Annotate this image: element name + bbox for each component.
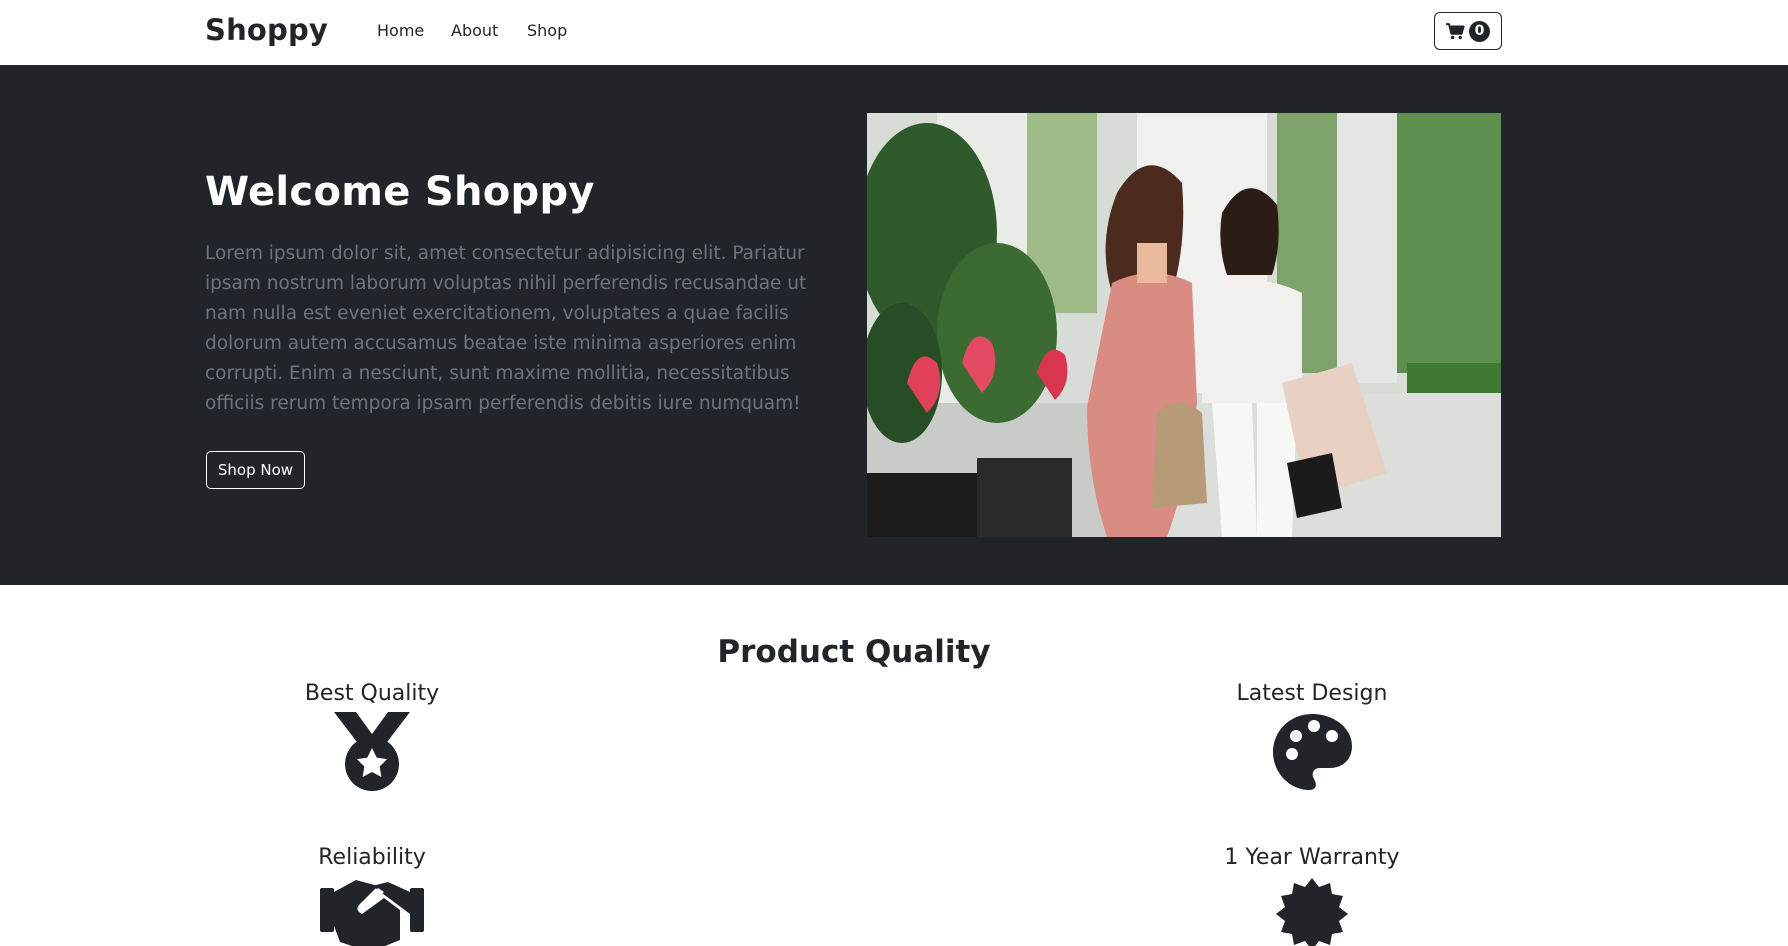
cart-button[interactable]: 0 [1434,12,1502,50]
handshake-icon [320,880,424,946]
cart-count-badge: 0 [1469,20,1490,42]
hero-section: Welcome Shoppy Lorem ipsum dolor sit, am… [0,65,1788,585]
nav-link-shop[interactable]: Shop [527,21,567,40]
brand-logo[interactable]: Shoppy [205,13,328,47]
nav-link-home[interactable]: Home [377,21,424,40]
feature-reliability: Reliability [252,845,492,946]
certificate-icon [1276,878,1348,946]
nav-link-about[interactable]: About [451,21,498,40]
feature-label: Latest Design [1236,681,1388,706]
product-quality-title: Product Quality [717,634,991,670]
feature-label: 1 Year Warranty [1224,845,1400,870]
navbar: Shoppy Home About Shop 0 [0,0,1788,65]
cart-icon [1446,22,1465,39]
shop-now-button[interactable]: Shop Now [206,451,305,489]
feature-label: Best Quality [304,681,440,706]
hero-description: Lorem ipsum dolor sit, amet consectetur … [205,243,807,414]
feature-latest-design: Latest Design [1192,681,1432,792]
feature-label: Reliability [318,845,426,870]
hero-image [867,113,1501,537]
medal-icon [334,712,410,791]
feature-warranty: 1 Year Warranty [1192,845,1432,946]
palette-icon [1273,714,1352,790]
hero-title: Welcome Shoppy [205,169,595,215]
feature-best-quality: Best Quality [252,681,492,792]
